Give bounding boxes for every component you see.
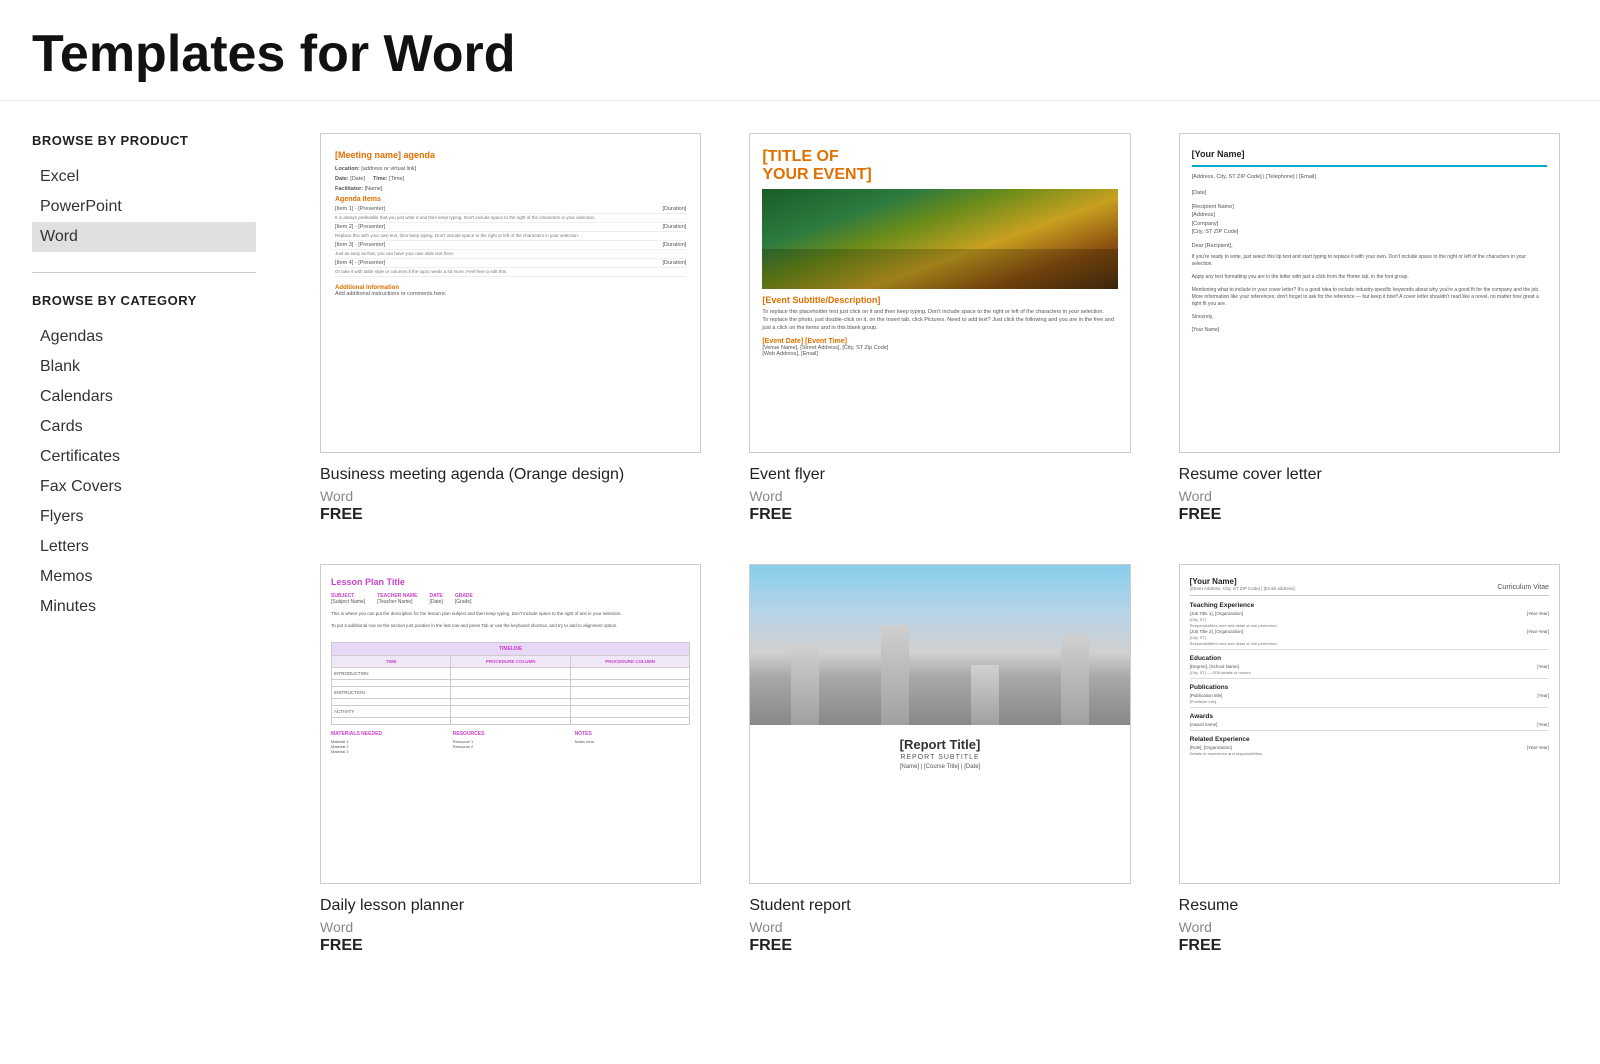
- template-product-4: Word: [749, 919, 1130, 935]
- template-product-0: Word: [320, 488, 701, 504]
- template-card-1[interactable]: [TITLE OFYOUR EVENT] [Event Subtitle/Des…: [749, 133, 1130, 524]
- template-price-0: FREE: [320, 506, 701, 524]
- template-title-2: Resume cover letter: [1179, 465, 1560, 486]
- category-list: Agendas Blank Calendars Cards Certificat…: [32, 322, 256, 622]
- template-title-5: Resume: [1179, 896, 1560, 917]
- content-area: [Meeting name] agenda Location: [address…: [280, 101, 1600, 987]
- sidebar-item-flyers[interactable]: Flyers: [32, 502, 256, 532]
- templates-grid: [Meeting name] agenda Location: [address…: [320, 133, 1560, 955]
- template-card-5[interactable]: [Your Name] [Street Address, City, ST ZI…: [1179, 564, 1560, 955]
- sidebar-divider: [32, 272, 256, 273]
- template-price-2: FREE: [1179, 506, 1560, 524]
- template-title-0: Business meeting agenda (Orange design): [320, 465, 701, 486]
- page-header: Templates for Word: [0, 0, 1600, 101]
- page-title: Templates for Word: [32, 24, 1568, 84]
- sidebar-item-excel[interactable]: Excel: [32, 162, 256, 192]
- sidebar-item-powerpoint[interactable]: PowerPoint: [32, 192, 256, 222]
- template-card-4[interactable]: [Report Title] REPORT SUBTITLE [Name] | …: [749, 564, 1130, 955]
- sidebar-item-letters[interactable]: Letters: [32, 532, 256, 562]
- template-card-3[interactable]: Lesson Plan Title SUBJECT [Subject Name]…: [320, 564, 701, 955]
- template-thumbnail-2: [Your Name] [Address, City, ST ZIP Code]…: [1179, 133, 1560, 453]
- sidebar-item-agendas[interactable]: Agendas: [32, 322, 256, 352]
- template-price-3: FREE: [320, 937, 701, 955]
- browse-by-category-label: BROWSE BY CATEGORY: [32, 293, 256, 310]
- template-title-3: Daily lesson planner: [320, 896, 701, 917]
- template-thumbnail-4: [Report Title] REPORT SUBTITLE [Name] | …: [749, 564, 1130, 884]
- template-price-5: FREE: [1179, 937, 1560, 955]
- template-title-4: Student report: [749, 896, 1130, 917]
- template-product-1: Word: [749, 488, 1130, 504]
- browse-by-product-label: BROWSE BY PRODUCT: [32, 133, 256, 150]
- main-layout: BROWSE BY PRODUCT Excel PowerPoint Word …: [0, 101, 1600, 987]
- template-thumbnail-0: [Meeting name] agenda Location: [address…: [320, 133, 701, 453]
- template-price-4: FREE: [749, 937, 1130, 955]
- sidebar-item-calendars[interactable]: Calendars: [32, 382, 256, 412]
- template-product-2: Word: [1179, 488, 1560, 504]
- sidebar: BROWSE BY PRODUCT Excel PowerPoint Word …: [0, 101, 280, 987]
- template-product-3: Word: [320, 919, 701, 935]
- template-thumbnail-1: [TITLE OFYOUR EVENT] [Event Subtitle/Des…: [749, 133, 1130, 453]
- sidebar-item-minutes[interactable]: Minutes: [32, 592, 256, 622]
- template-card-0[interactable]: [Meeting name] agenda Location: [address…: [320, 133, 701, 524]
- sidebar-item-memos[interactable]: Memos: [32, 562, 256, 592]
- template-card-2[interactable]: [Your Name] [Address, City, ST ZIP Code]…: [1179, 133, 1560, 524]
- template-thumbnail-5: [Your Name] [Street Address, City, ST ZI…: [1179, 564, 1560, 884]
- sidebar-item-blank[interactable]: Blank: [32, 352, 256, 382]
- sidebar-item-fax-covers[interactable]: Fax Covers: [32, 472, 256, 502]
- sidebar-item-word[interactable]: Word: [32, 222, 256, 252]
- product-list: Excel PowerPoint Word: [32, 162, 256, 252]
- template-price-1: FREE: [749, 506, 1130, 524]
- template-thumbnail-3: Lesson Plan Title SUBJECT [Subject Name]…: [320, 564, 701, 884]
- sidebar-item-certificates[interactable]: Certificates: [32, 442, 256, 472]
- template-product-5: Word: [1179, 919, 1560, 935]
- template-title-1: Event flyer: [749, 465, 1130, 486]
- sidebar-item-cards[interactable]: Cards: [32, 412, 256, 442]
